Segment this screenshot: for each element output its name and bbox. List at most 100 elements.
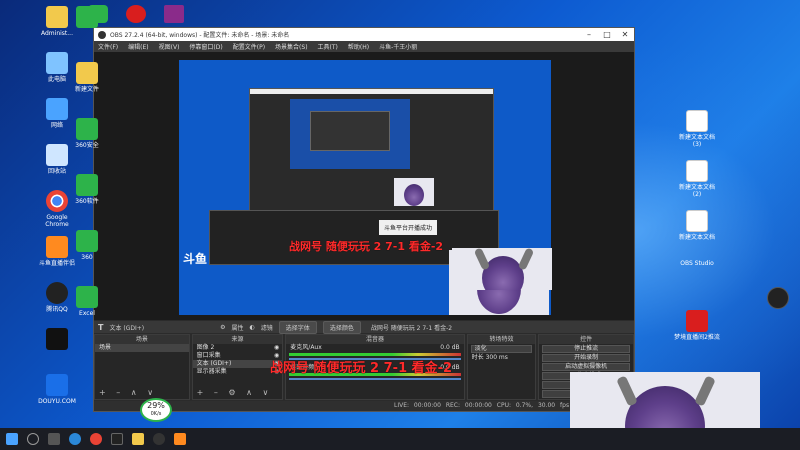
desktop-icon-label: 360安全 xyxy=(75,142,99,149)
desktop-icon-label: 360软件 xyxy=(75,198,99,205)
scenes-controls[interactable]: + – ∧ ∨ xyxy=(99,388,157,397)
mixer-slider-2[interactable] xyxy=(289,378,461,380)
eye-icon[interactable]: ◉ xyxy=(274,344,282,352)
desktop-icon-label: 新建文本文档 xyxy=(678,234,715,241)
desktop.icons_right-icon-4[interactable]: 梦境直播间2推流 xyxy=(674,310,720,341)
desktop.icons_right-icon-3[interactable]: OBS Studio xyxy=(674,260,789,309)
source-item[interactable]: 图像 2 ◉ xyxy=(193,344,283,352)
desktop-icon-label: 新建文件 xyxy=(74,86,99,93)
nested-avatar-small xyxy=(394,178,434,206)
obs-preview-avatar xyxy=(452,248,552,290)
menu-item-5[interactable]: 场景集合(S) xyxy=(275,42,308,51)
preview-red-text: 战网号 随便玩玩 2 7-1 看金-2 xyxy=(289,240,444,253)
desktop-red-text: 战网号 随便玩玩 2 7-1 看金-2 xyxy=(270,361,453,376)
desktop.icons_right-icon-2[interactable]: 新建文本文档 xyxy=(674,210,720,241)
desktop.icons_left-icon-8[interactable]: DOUYU.COM xyxy=(34,374,80,405)
scene-item[interactable]: 场景 xyxy=(95,344,189,352)
control-button-0[interactable]: 停止推流 xyxy=(542,345,630,353)
source-label: 显示器采集 xyxy=(196,368,227,375)
source-item[interactable]: 窗口采集 ◉ xyxy=(193,352,283,360)
select-font-button[interactable]: 选择字体 xyxy=(278,320,317,334)
desktop.icons_col2-icon-4[interactable]: 360 xyxy=(64,230,110,261)
obs-title: OBS 27.2.4 (64-bit, windows) - 配置文件: 未命名… xyxy=(110,32,290,39)
chrome-taskbar-icon[interactable] xyxy=(90,433,102,445)
netease-icon[interactable] xyxy=(126,5,146,23)
folder-taskbar-icon[interactable] xyxy=(132,433,144,445)
transition-duration[interactable]: 时长 300 ms xyxy=(468,354,536,362)
doc-icon xyxy=(686,160,708,182)
control-button-1[interactable]: 开始录制 xyxy=(542,354,630,362)
net-icon xyxy=(46,98,68,120)
menu-item-8[interactable]: 斗鱼-千王小丽 xyxy=(379,42,417,51)
winrar-icon[interactable] xyxy=(164,5,184,23)
filters-button[interactable]: 滤镜 xyxy=(261,323,273,332)
maximize-icon[interactable]: □ xyxy=(598,30,616,39)
obs-logo-icon xyxy=(98,30,106,39)
control-button-2[interactable]: 启动虚拟摄像机 xyxy=(542,363,630,371)
douyu-taskbar-icon[interactable] xyxy=(174,433,186,445)
source-name: 文本 (GDI+) xyxy=(109,324,145,332)
taskview-icon[interactable] xyxy=(48,433,60,445)
desktop.icons_col2-icon-2[interactable]: 360安全 xyxy=(64,118,110,149)
green-icon xyxy=(76,174,98,196)
close-icon[interactable]: ✕ xyxy=(616,30,634,39)
desktop-icon-label: 新建文本文档 (2) xyxy=(678,184,715,198)
desktop-icon-label: Google Chrome xyxy=(45,214,69,228)
filter-icon[interactable]: ◐ xyxy=(250,324,255,331)
qq-taskbar-icon[interactable] xyxy=(111,433,123,445)
desktop.icons_right-icon-1[interactable]: 新建文本文档 (2) xyxy=(674,160,720,198)
menu-item-4[interactable]: 配置文件(P) xyxy=(233,42,265,51)
start-icon[interactable] xyxy=(6,433,18,445)
obs-statusbar: LIVE: 00:00:00 REC: 00:00:00 CPU: 0.7%, … xyxy=(94,401,634,411)
select-color-button[interactable]: 选择颜色 xyxy=(322,320,361,334)
menu-item-2[interactable]: 视图(V) xyxy=(159,42,180,51)
desktop.icons_left-icon-7[interactable] xyxy=(34,328,80,352)
desktop-icon-label: 新建文本文档 (3) xyxy=(678,134,715,148)
source-item[interactable]: 显示器采集 ◉ xyxy=(193,368,283,376)
nested-notice: 斗鱼平台开播成功 xyxy=(379,220,438,235)
desktop-icon-label: 360 xyxy=(81,254,93,261)
edge-icon[interactable] xyxy=(69,433,81,445)
desktop.icons_col2-icon-1[interactable]: 新建文件 xyxy=(64,62,110,93)
desktop-icon-label: 斗鱼直播伴侣 xyxy=(38,260,75,267)
minimize-icon[interactable]: – xyxy=(580,30,598,39)
desktop.icons_right-icon-0[interactable]: 新建文本文档 (3) xyxy=(674,110,720,148)
menu-item-0[interactable]: 文件(F) xyxy=(98,42,118,51)
scenes-dock: 场景 场景 + – ∧ ∨ xyxy=(94,334,190,400)
speed-widget[interactable]: 29% 0K/s xyxy=(140,398,172,422)
desktop.icons_col2-icon-3[interactable]: 360软件 xyxy=(64,174,110,205)
desktop-icon-label: 梦境直播间2推流 xyxy=(674,334,720,341)
properties-button[interactable]: 属性 xyxy=(232,323,244,332)
nested-obs-1 xyxy=(249,88,494,213)
text-source-icon: T xyxy=(98,322,104,332)
cpu-status: CPU: 0.7%, 30.00 fps xyxy=(496,402,570,409)
desktop-icon-label: OBS Studio xyxy=(680,260,714,267)
menu-item-1[interactable]: 编辑(E) xyxy=(128,42,148,51)
transitions-dock: 转场特效 淡化 时长 300 ms xyxy=(466,334,537,400)
obs-preview[interactable]: 斗鱼 斗鱼平台开播成功 战网号 随便玩玩 2 7-1 看金-2 xyxy=(94,52,634,320)
menu-item-6[interactable]: 工具(T) xyxy=(318,42,338,51)
obs-taskbar-icon[interactable] xyxy=(153,433,165,445)
gear-icon[interactable]: ⚙ xyxy=(220,324,225,331)
tiktok-icon xyxy=(46,328,68,350)
source-item[interactable]: 文本 (GDI+) ◉ xyxy=(192,360,283,368)
obs-window: OBS 27.2.4 (64-bit, windows) - 配置文件: 未命名… xyxy=(93,27,635,412)
red-icon xyxy=(686,310,708,332)
transition-select[interactable]: 淡化 xyxy=(470,345,533,353)
menu-item-3[interactable]: 停靠窗口(D) xyxy=(189,42,222,51)
text-value[interactable]: 战网号 随便玩玩 2 7-1 看金-2 xyxy=(371,323,452,332)
desktop.icons_col2-icon-5[interactable]: Excel xyxy=(64,286,110,317)
desktop.icons_col2-icon-0[interactable] xyxy=(64,6,110,30)
desktop-icon-label: Excel xyxy=(79,310,95,317)
mixer-meter-1 xyxy=(289,353,461,356)
obs-titlebar[interactable]: OBS 27.2.4 (64-bit, windows) - 配置文件: 未命名… xyxy=(94,28,634,41)
menu-item-7[interactable]: 帮助(H) xyxy=(348,42,369,51)
green-icon xyxy=(76,6,98,28)
scenes-title: 场景 xyxy=(95,335,189,344)
live-status: LIVE: 00:00:00 xyxy=(394,402,441,409)
rec-status: REC: 00:00:00 xyxy=(445,402,492,409)
transitions-title: 转场特效 xyxy=(467,335,536,344)
taskbar xyxy=(0,428,800,450)
sources-controls[interactable]: + – ⚙ ∧ ∨ xyxy=(197,388,273,397)
search-icon[interactable] xyxy=(27,433,39,445)
